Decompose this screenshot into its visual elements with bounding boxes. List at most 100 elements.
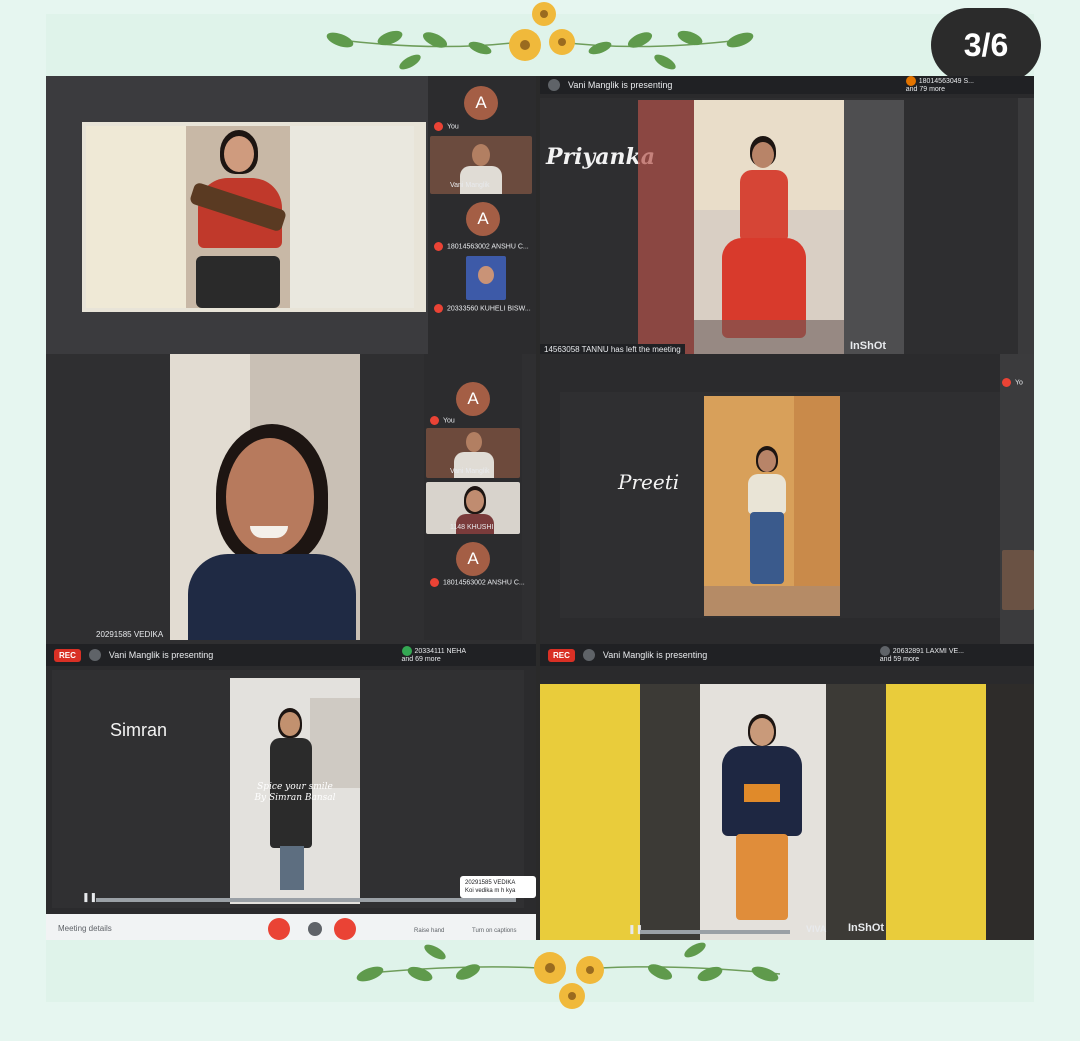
pause-icon[interactable]: ❚❚	[82, 892, 97, 903]
participant-name-vani: Vani Manglik	[450, 468, 490, 475]
tile-yellow: REC Vani Manglik is presenting 20632891 …	[540, 644, 1034, 940]
raise-hand-button[interactable]: Raise hand	[414, 928, 444, 934]
camera-toggle-button[interactable]	[334, 918, 356, 940]
video-progress-bar[interactable]	[640, 930, 790, 934]
meet-top-bar: Vani Manglik is presenting 18014563049 S…	[540, 76, 1034, 94]
mic-off-icon	[434, 304, 443, 313]
participant-name-khushi: 1148 KHUSHI	[450, 524, 494, 531]
presenting-label: Vani Manglik is presenting	[602, 650, 708, 660]
mic-off-icon	[434, 242, 443, 251]
viva-watermark: VIVA	[806, 924, 827, 934]
tile-simran: REC Vani Manglik is presenting 20334111 …	[46, 644, 536, 940]
dancer-top	[748, 474, 786, 514]
smiling-video	[170, 354, 360, 640]
avatar-participant: A	[466, 202, 500, 236]
wall-right	[794, 396, 840, 616]
participant-face	[466, 432, 482, 452]
meet-top-bar: REC Vani Manglik is presenting 20334111 …	[46, 644, 536, 666]
right-dark	[986, 684, 1034, 940]
mic-off-icon	[434, 122, 443, 131]
hoodie-print	[744, 784, 780, 802]
left-meeting-toast: 14563058 TANNU has left the meeting	[540, 344, 685, 354]
tile-preeti: Preeti Yo	[540, 354, 1034, 644]
person-face	[224, 136, 254, 172]
yellow-wall-right	[886, 684, 986, 940]
dancer-pants	[736, 834, 788, 920]
side-self-label: Yo	[1002, 378, 1023, 387]
rec-badge: REC	[54, 648, 81, 662]
self-label: You	[430, 416, 455, 425]
participants-count[interactable]: 18014563049 S... and 79 more	[905, 76, 974, 94]
presenter-icon	[582, 649, 595, 661]
meet-top-bar: REC Vani Manglik is presenting 20632891 …	[540, 644, 1034, 666]
mic-off-icon	[1002, 378, 1011, 387]
rec-badge: REC	[548, 648, 575, 662]
building	[310, 698, 360, 788]
inshot-watermark: InShOt	[850, 340, 887, 352]
slide-counter-badge: 3/6	[931, 8, 1041, 82]
inshot-watermark: InShOt	[848, 922, 885, 934]
participant-face	[472, 144, 490, 166]
dancer-legs	[280, 846, 304, 890]
participant-name-kuheli: 20333560 KUHELI BISW...	[434, 304, 531, 313]
floor	[704, 586, 840, 616]
captions-button[interactable]: Turn on captions	[472, 928, 516, 934]
video-caption: Spice your smile By Simran Bansal	[254, 782, 336, 803]
participant-badge-icon	[879, 646, 890, 656]
blur-right	[826, 684, 886, 940]
dancer-face	[280, 712, 300, 736]
participants-count[interactable]: 20632891 LAXMI VE... and 59 more	[879, 646, 964, 664]
dancer-face	[752, 142, 774, 168]
blur-left	[640, 684, 700, 940]
collage-grid: A You Vani Manglik A 18014563002 ANSHU C…	[46, 76, 1034, 940]
avatar-participant: A	[456, 542, 490, 576]
tile-guitar: A You Vani Manglik A 18014563002 ANSHU C…	[46, 76, 536, 354]
dancer-face	[750, 718, 774, 746]
yellow-wall-left	[540, 684, 640, 940]
girl-smile	[250, 526, 288, 538]
mic-off-icon	[430, 416, 439, 425]
participant-body	[460, 166, 502, 194]
avatar-self: A	[456, 382, 490, 416]
girl-shirt	[188, 554, 356, 640]
presenter-icon	[88, 649, 101, 661]
mic-toggle-button[interactable]	[268, 918, 290, 940]
presenter-footer: 20291585 VEDIKA	[96, 630, 164, 639]
dancer-top	[740, 170, 788, 240]
side-thumb[interactable]	[1002, 550, 1034, 610]
mic-off-icon	[430, 578, 439, 587]
participant-name-vani: Vani Manglik	[450, 182, 490, 189]
guitar-video	[186, 126, 290, 308]
person-legs	[196, 256, 280, 308]
meeting-details-link[interactable]: Meeting details	[58, 924, 112, 933]
girl-face	[226, 438, 314, 556]
dance-video	[700, 684, 826, 940]
participant-name-anshu: 18014563002 ANSHU C...	[434, 242, 529, 251]
end-call-button[interactable]	[308, 922, 322, 936]
simran-video: Spice your smile By Simran Bansal	[230, 678, 360, 904]
dance-video-blur-left	[638, 100, 694, 354]
tile-smiling: A You Vani Manglik 1148 KHUSHI A 1801456…	[46, 354, 536, 644]
dancer-legs	[750, 512, 784, 584]
presenting-label: Vani Manglik is presenting	[568, 80, 673, 90]
performer-name: Preeti	[618, 470, 680, 494]
bottom-garland-icon	[356, 942, 781, 1009]
top-garland-icon	[326, 2, 754, 70]
whiteboard-left	[86, 126, 186, 308]
whiteboard-right	[290, 126, 414, 308]
dance-video	[694, 100, 844, 354]
participants-count[interactable]: 20334111 NEHA and 69 more	[401, 646, 466, 664]
participant-thumb-kuheli[interactable]	[466, 256, 506, 300]
floor	[694, 320, 844, 354]
preeti-video	[704, 396, 840, 616]
participant-name-anshu: 18014563002 ANSHU C...	[430, 578, 525, 587]
participant-badge-icon	[401, 646, 412, 656]
right-strip	[1018, 98, 1034, 354]
participant-face	[466, 490, 484, 512]
participant-face	[478, 266, 494, 284]
tile-priyanka: Vani Manglik is presenting 18014563049 S…	[540, 76, 1034, 354]
video-progress-bar[interactable]	[96, 898, 516, 902]
chat-notification[interactable]: 20291585 VEDIKA Koi vedika m h kya	[460, 876, 536, 898]
dance-video-blur-right	[844, 100, 904, 354]
presenter-icon	[548, 79, 560, 91]
